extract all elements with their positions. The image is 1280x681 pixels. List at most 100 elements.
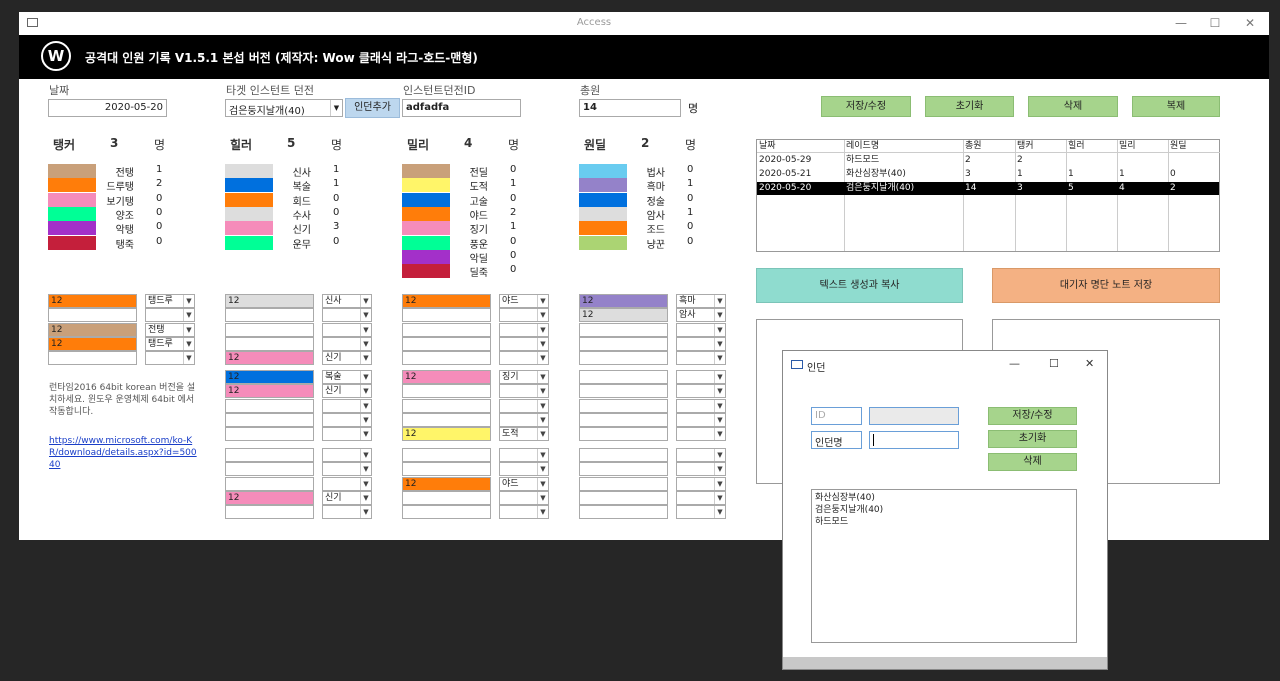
melee-slot-level[interactable] xyxy=(402,322,491,337)
generate-copy-button[interactable]: 텍스트 생성과 복사 xyxy=(756,268,963,303)
grid-cell[interactable]: 화산심장부(40) xyxy=(844,168,963,181)
ranged-slot-level[interactable] xyxy=(579,322,668,337)
heal-slot-level[interactable] xyxy=(225,322,314,337)
ranged-slot-spec-select[interactable]: ▼ xyxy=(676,336,726,351)
dungeon-list[interactable]: 화산심장부(40) 검은둥지날개(40) 하드모드 xyxy=(811,489,1077,643)
melee-slot-level[interactable] xyxy=(402,412,491,427)
tank-slot-spec-select[interactable]: 전탱 ▼ xyxy=(145,322,195,337)
tank-slot-level[interactable]: 12 xyxy=(48,322,137,337)
tank-slot-spec-select[interactable]: 탱드루 ▼ xyxy=(145,294,195,308)
melee-slot-spec-select[interactable]: 도적 ▼ xyxy=(499,427,549,442)
ranged-slot-level[interactable]: 12 xyxy=(579,308,668,323)
melee-slot-level[interactable] xyxy=(402,462,491,477)
melee-slot-spec-select[interactable]: ▼ xyxy=(499,336,549,351)
heal-slot-spec-select[interactable]: ▼ xyxy=(322,505,372,520)
heal-slot-level[interactable]: 12 xyxy=(225,294,314,308)
ranged-slot-level[interactable] xyxy=(579,448,668,462)
heal-slot-spec-select[interactable]: ▼ xyxy=(322,476,372,491)
grid-cell[interactable]: 1 xyxy=(1117,168,1168,181)
add-instance-button[interactable]: 인던추가 xyxy=(345,98,400,118)
ranged-slot-spec-select[interactable]: ▼ xyxy=(676,398,726,413)
ranged-slot-spec-select[interactable]: ▼ xyxy=(676,476,726,491)
ranged-slot-spec-select[interactable]: ▼ xyxy=(676,505,726,520)
tank-slot-spec-select[interactable]: 탱드루 ▼ xyxy=(145,336,195,351)
ranged-slot-level[interactable] xyxy=(579,336,668,351)
tank-slot-spec-select[interactable]: ▼ xyxy=(145,308,195,323)
grid-cell[interactable] xyxy=(1168,154,1220,167)
grid-header-cell[interactable]: 밀리 xyxy=(1117,140,1168,153)
ranged-slot-spec-select[interactable]: ▼ xyxy=(676,384,726,399)
dialog-minimize-button[interactable]: — xyxy=(1009,357,1020,370)
dungeon-list-item[interactable]: 검은둥지날개(40) xyxy=(815,504,1073,516)
ranged-slot-level[interactable] xyxy=(579,427,668,442)
heal-slot-level[interactable]: 12 xyxy=(225,351,314,366)
heal-slot-spec-select[interactable]: 신기 ▼ xyxy=(322,490,372,505)
dialog-save-button[interactable]: 저장/수정 xyxy=(988,407,1077,425)
heal-slot-level[interactable] xyxy=(225,336,314,351)
heal-slot-level[interactable] xyxy=(225,448,314,462)
ranged-slot-spec-select[interactable]: ▼ xyxy=(676,370,726,384)
melee-slot-spec-select[interactable]: ▼ xyxy=(499,412,549,427)
grid-cell[interactable]: 2020-05-29 xyxy=(757,154,844,167)
ranged-slot-spec-select[interactable]: ▼ xyxy=(676,351,726,366)
melee-slot-spec-select[interactable]: ▼ xyxy=(499,490,549,505)
heal-slot-level[interactable] xyxy=(225,427,314,442)
date-input[interactable]: 2020-05-20 xyxy=(48,99,167,117)
ranged-slot-spec-select[interactable]: ▼ xyxy=(676,462,726,477)
heal-slot-level[interactable]: 12 xyxy=(225,384,314,399)
instance-id-input[interactable]: adfadfa xyxy=(402,99,521,117)
grid-cell[interactable]: 2 xyxy=(1168,182,1220,195)
heal-slot-level[interactable] xyxy=(225,476,314,491)
heal-slot-level[interactable] xyxy=(225,505,314,520)
ranged-slot-level[interactable] xyxy=(579,505,668,520)
heal-slot-spec-select[interactable]: ▼ xyxy=(322,427,372,442)
melee-slot-level[interactable]: 12 xyxy=(402,476,491,491)
grid-cell[interactable]: 1 xyxy=(1015,168,1066,181)
dialog-id-value[interactable] xyxy=(869,407,959,425)
save-waitlist-button[interactable]: 대기자 명단 노트 저장 xyxy=(992,268,1220,303)
heal-slot-spec-select[interactable]: ▼ xyxy=(322,308,372,323)
grid-cell[interactable]: 3 xyxy=(963,168,1015,181)
grid-header-cell[interactable]: 날짜 xyxy=(757,140,844,153)
tank-slot-spec-select[interactable]: ▼ xyxy=(145,351,195,366)
melee-slot-level[interactable] xyxy=(402,448,491,462)
dungeon-list-item[interactable]: 하드모드 xyxy=(815,516,1073,528)
melee-slot-level[interactable] xyxy=(402,351,491,366)
grid-header-cell[interactable]: 힐러 xyxy=(1066,140,1117,153)
grid-cell[interactable]: 2 xyxy=(1015,154,1066,167)
heal-slot-level[interactable] xyxy=(225,308,314,323)
ranged-slot-spec-select[interactable]: 흑마 ▼ xyxy=(676,294,726,308)
melee-slot-level[interactable] xyxy=(402,336,491,351)
ranged-slot-spec-select[interactable]: ▼ xyxy=(676,412,726,427)
melee-slot-level[interactable] xyxy=(402,308,491,323)
heal-slot-spec-select[interactable]: ▼ xyxy=(322,336,372,351)
grid-cell[interactable]: 4 xyxy=(1117,182,1168,195)
dialog-id-input[interactable]: ID xyxy=(811,407,862,425)
grid-cell[interactable]: 2020-05-21 xyxy=(757,168,844,181)
raid-history-grid[interactable]: 날짜 레이드명 총원 탱커 힐러 밀리 원딜 2020-05-29 하드모드 2 2 2020-05-… xyxy=(756,139,1220,252)
heal-slot-level[interactable] xyxy=(225,398,314,413)
heal-slot-spec-select[interactable]: ▼ xyxy=(322,462,372,477)
ranged-slot-spec-select[interactable]: 암사 ▼ xyxy=(676,308,726,323)
maximize-button[interactable]: ☐ xyxy=(1201,15,1229,32)
heal-slot-spec-select[interactable]: ▼ xyxy=(322,412,372,427)
grid-header-cell[interactable]: 총원 xyxy=(963,140,1015,153)
ranged-slot-level[interactable] xyxy=(579,370,668,384)
heal-slot-level[interactable] xyxy=(225,462,314,477)
melee-slot-spec-select[interactable]: 야드 ▼ xyxy=(499,294,549,308)
heal-slot-spec-select[interactable]: ▼ xyxy=(322,448,372,462)
tank-slot-level[interactable] xyxy=(48,308,137,323)
ranged-slot-spec-select[interactable]: ▼ xyxy=(676,427,726,442)
melee-slot-level[interactable] xyxy=(402,505,491,520)
grid-cell[interactable]: 0 xyxy=(1168,168,1220,181)
melee-slot-level[interactable] xyxy=(402,398,491,413)
ranged-slot-level[interactable] xyxy=(579,398,668,413)
grid-cell[interactable]: 5 xyxy=(1066,182,1117,195)
target-dungeon-select[interactable]: 검은둥지날개(40) ▼ xyxy=(225,99,343,117)
tank-slot-level[interactable]: 12 xyxy=(48,294,137,308)
dungeon-list-item[interactable]: 화산심장부(40) xyxy=(815,492,1073,504)
grid-cell[interactable]: 14 xyxy=(963,182,1015,195)
grid-header-cell[interactable]: 원딜 xyxy=(1168,140,1220,153)
reset-button[interactable]: 초기화 xyxy=(925,96,1014,117)
melee-slot-spec-select[interactable]: ▼ xyxy=(499,398,549,413)
